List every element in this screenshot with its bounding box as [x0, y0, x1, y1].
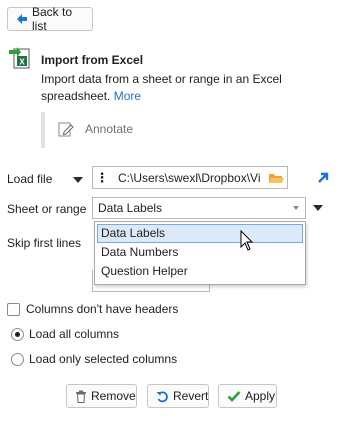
apply-button[interactable]: Apply: [218, 384, 277, 408]
load-selected-columns-radio-row[interactable]: Load only selected columns: [11, 352, 177, 366]
skip-first-lines-label: Skip first lines: [7, 236, 82, 250]
annotate-label: Annotate: [85, 122, 134, 136]
pencil-icon: [57, 120, 75, 138]
sheet-or-range-select[interactable]: Data Labels: [92, 197, 306, 219]
step-description-line2: spreadsheet. More: [41, 89, 142, 103]
dropdown-option[interactable]: Question Helper: [97, 262, 303, 281]
revert-label: Revert: [173, 389, 209, 403]
columns-no-headers-label: Columns don't have headers: [26, 302, 179, 316]
load-selected-columns-label: Load only selected columns: [29, 352, 178, 366]
checkmark-icon: [227, 390, 241, 402]
load-file-path-value: C:\Users\swexl\Dropbox\Vi: [118, 170, 261, 185]
folder-open-icon[interactable]: [265, 171, 287, 185]
revert-button[interactable]: Revert: [147, 384, 209, 408]
load-file-menu-chevron-icon[interactable]: [73, 177, 83, 183]
dropdown-option[interactable]: Data Labels: [97, 224, 303, 243]
load-file-path-field[interactable]: ⋮ C:\Users\swexl\Dropbox\Vi: [92, 166, 288, 189]
annotate-button[interactable]: Annotate: [57, 120, 133, 138]
apply-label: Apply: [245, 389, 276, 403]
back-to-list-label: Back to list: [32, 5, 73, 33]
svg-text:X: X: [19, 58, 25, 67]
undo-icon: [156, 390, 169, 403]
arrow-left-icon: [16, 13, 28, 25]
remove-label: Remove: [91, 389, 136, 403]
annotate-divider: [41, 112, 45, 148]
more-options-icon[interactable]: ⋮: [93, 167, 111, 188]
excel-import-icon: X: [8, 46, 32, 70]
load-all-columns-label: Load all columns: [29, 327, 120, 341]
columns-no-headers-checkbox-row[interactable]: Columns don't have headers: [7, 302, 178, 316]
sheet-or-range-label: Sheet or range: [7, 202, 87, 216]
load-all-columns-radio[interactable]: [11, 327, 24, 341]
sheet-or-range-value: Data Labels: [98, 201, 163, 215]
trash-icon: [75, 390, 87, 403]
load-selected-columns-radio[interactable]: [11, 352, 24, 366]
sheet-or-range-menu-chevron-icon[interactable]: [313, 205, 323, 211]
load-all-columns-radio-row[interactable]: Load all columns: [11, 327, 119, 341]
chevron-down-icon: [293, 206, 299, 210]
step-title: Import from Excel: [41, 53, 144, 67]
load-file-label: Load file: [7, 172, 53, 186]
dropdown-option[interactable]: Data Numbers: [97, 243, 303, 262]
mouse-cursor-icon: [240, 229, 254, 255]
columns-no-headers-checkbox[interactable]: [7, 302, 20, 316]
back-to-list-button[interactable]: Back to list: [7, 5, 93, 33]
navigate-arrow-icon[interactable]: [316, 171, 330, 188]
step-description-line1: Import data from a sheet or range in an …: [41, 72, 282, 86]
remove-button[interactable]: Remove: [66, 384, 137, 408]
sheet-or-range-dropdown: Data Labels Data Numbers Question Helper: [94, 221, 306, 285]
more-link[interactable]: More: [114, 89, 141, 103]
